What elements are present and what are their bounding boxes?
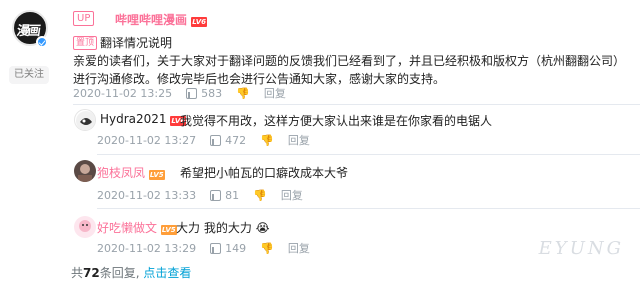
reply-button[interactable]: 回复 bbox=[288, 132, 310, 148]
up-badge: UP bbox=[73, 11, 95, 26]
like-count: 149 bbox=[225, 241, 247, 255]
comment-meta: 2020-11-02 13:27 472 👎 回复 bbox=[97, 132, 310, 148]
comment-username[interactable]: Hydra2021 LV6 bbox=[100, 112, 187, 126]
reply-button[interactable]: 回复 bbox=[281, 187, 303, 203]
divider bbox=[97, 208, 640, 209]
comment-text: 我觉得不用改，这样方便大家认出来谁是在你家看的电锯人 bbox=[180, 114, 493, 128]
comment-username-text: Hydra2021 bbox=[100, 112, 167, 126]
like-icon[interactable] bbox=[210, 189, 222, 201]
comment-avatar[interactable] bbox=[74, 160, 96, 182]
comment-username[interactable]: 狍枝凤凤 LV5 bbox=[97, 164, 165, 181]
comment-username[interactable]: 好吃懒做文 LV5 bbox=[97, 219, 177, 236]
divider bbox=[73, 104, 640, 105]
level-badge: LV5 bbox=[160, 225, 177, 235]
like-icon[interactable] bbox=[210, 242, 222, 254]
comment-username-text: 好吃懒做文 bbox=[97, 221, 158, 235]
comment-meta: 2020-11-02 13:29 149 👎 回复 bbox=[97, 240, 310, 256]
post-title: 翻译情况说明 bbox=[100, 36, 173, 50]
reply-button[interactable]: 回复 bbox=[288, 240, 310, 256]
like-count: 583 bbox=[201, 86, 223, 100]
footer-prefix: 共 bbox=[71, 266, 84, 280]
user-avatar-icon bbox=[78, 164, 92, 182]
dislike-icon[interactable]: 👎 bbox=[260, 134, 274, 147]
comment-time: 2020-11-02 13:33 bbox=[97, 188, 197, 202]
comment-time: 2020-11-02 13:27 bbox=[97, 133, 197, 147]
level-badge: LV6 bbox=[191, 17, 207, 27]
comment-avatar[interactable] bbox=[74, 109, 96, 131]
verified-badge-icon bbox=[36, 36, 48, 48]
comment-username-text: 狍枝凤凤 bbox=[97, 166, 146, 180]
like-count: 472 bbox=[225, 133, 247, 147]
reply-button[interactable]: 回复 bbox=[264, 85, 286, 101]
comment-meta: 2020-11-02 13:33 81 👎 回复 bbox=[97, 187, 303, 203]
like-icon[interactable] bbox=[210, 134, 222, 146]
post-time: 2020-11-02 13:25 bbox=[73, 86, 173, 100]
reply-count-footer: 共72条回复, 点击查看 bbox=[71, 264, 191, 281]
like-count: 81 bbox=[225, 188, 240, 202]
level-badge: LV5 bbox=[148, 170, 165, 180]
pinned-tag: 置顶 bbox=[73, 36, 98, 50]
user-avatar-icon bbox=[79, 220, 91, 232]
post-content: 亲爱的读者们，关于大家对于翻译问题的反馈我们已经看到了，并且已经积极和版权方（杭… bbox=[73, 54, 626, 86]
comment-time: 2020-11-02 13:29 bbox=[97, 241, 197, 255]
author-name-text: 哔哩哔哩漫画 bbox=[115, 13, 188, 27]
post-meta: 2020-11-02 13:25 583 👎 回复 bbox=[73, 85, 286, 101]
dislike-icon[interactable]: 👎 bbox=[253, 189, 267, 202]
dislike-icon[interactable]: 👎 bbox=[260, 242, 274, 255]
follow-button[interactable]: 已关注 bbox=[9, 66, 49, 84]
author-name[interactable]: 哔哩哔哩漫画 LV6 bbox=[115, 11, 207, 28]
hydra-avatar-icon bbox=[76, 111, 95, 130]
crying-emoji-icon: 😭 bbox=[255, 221, 270, 235]
view-replies-link[interactable]: 点击查看 bbox=[143, 266, 191, 280]
comment-avatar[interactable] bbox=[74, 216, 96, 238]
reply-count: 72 bbox=[83, 266, 100, 280]
footer-suffix: 条回复, bbox=[99, 266, 140, 280]
watermark-logo: EYUNG bbox=[538, 238, 624, 259]
comment-text: 希望把小帕瓦的口癖改成本大爷 bbox=[180, 166, 349, 180]
divider bbox=[97, 154, 640, 155]
like-icon[interactable] bbox=[186, 87, 198, 99]
comment-text-body: 大力 我的大力 bbox=[176, 221, 252, 235]
dislike-icon[interactable]: 👎 bbox=[236, 87, 250, 100]
comment-text: 大力 我的大力 😭 bbox=[176, 219, 270, 236]
